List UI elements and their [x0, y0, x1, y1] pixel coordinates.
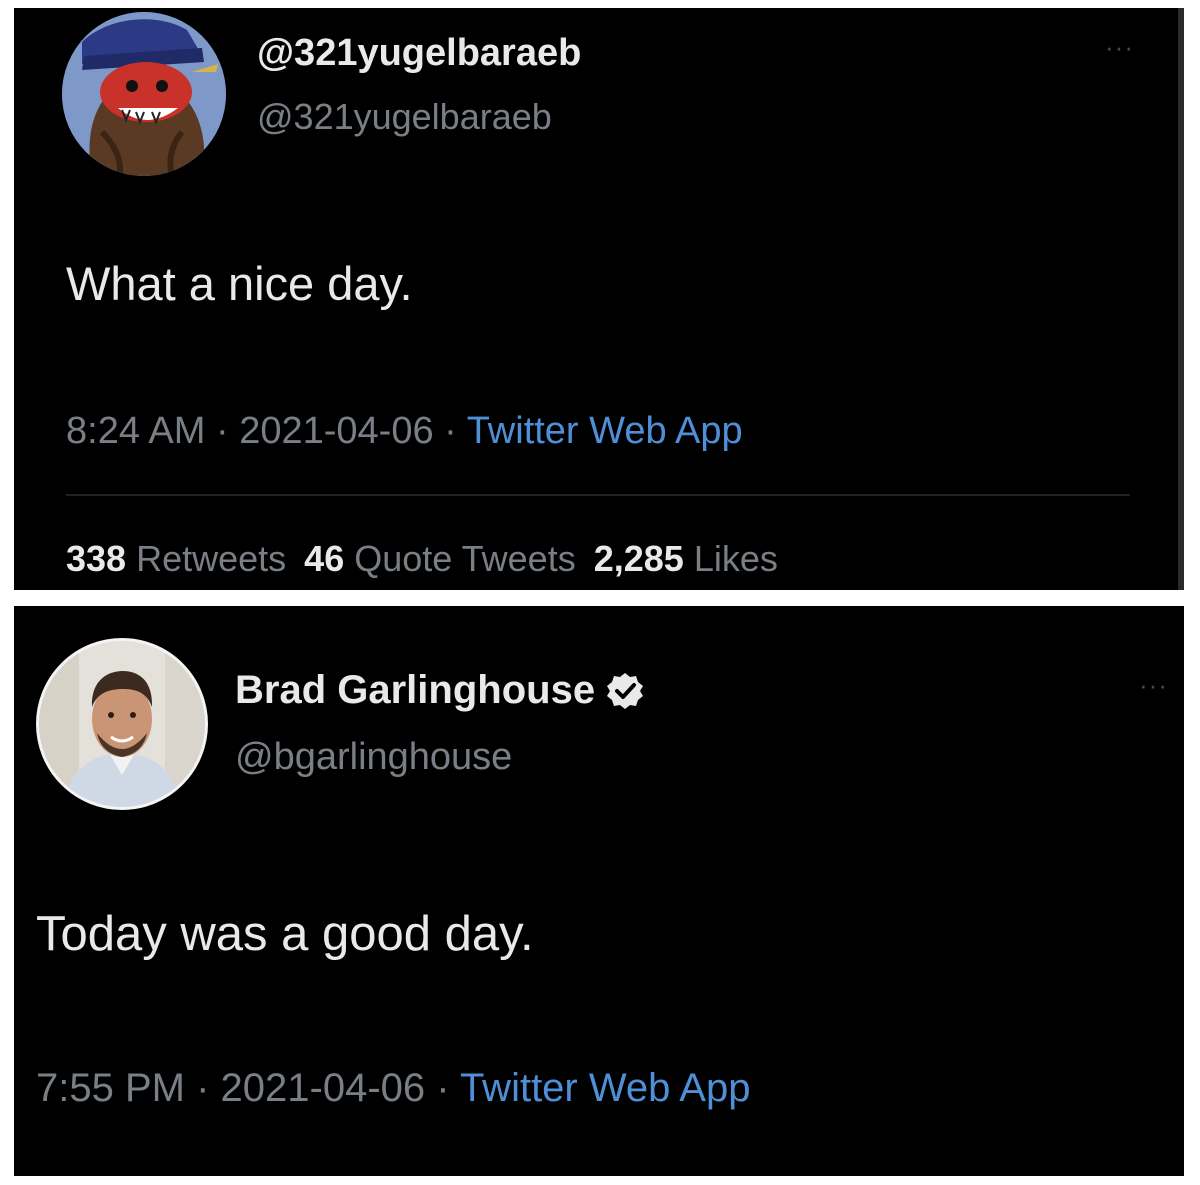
more-options-icon[interactable]: ··· [1139, 672, 1168, 698]
meta-separator: · [425, 1066, 460, 1110]
quote-tweets-count: 46 [304, 538, 345, 579]
tweet-source-link[interactable]: Twitter Web App [460, 1066, 751, 1110]
quote-tweets-stat[interactable]: 46 Quote Tweets [304, 538, 576, 579]
tweet-text: Today was a good day. [36, 907, 534, 961]
retweets-stat[interactable]: 338 Retweets [66, 538, 286, 579]
tweet-date[interactable]: 2021-04-06 [239, 410, 433, 452]
tweet-text: What a nice day. [66, 257, 413, 310]
tweet-timestamp: 8:24 AM · 2021-04-06 · Twitter Web App [66, 410, 743, 453]
avatar[interactable] [62, 12, 226, 176]
meta-separator: · [205, 410, 240, 452]
divider [66, 494, 1130, 496]
tweet-time[interactable]: 8:24 AM [66, 410, 205, 452]
avatar-photo-icon [39, 641, 205, 807]
meta-separator: · [433, 410, 467, 452]
engagement-stats: 338 Retweets 46 Quote Tweets 2,285 Likes [66, 538, 778, 580]
display-name[interactable]: @321yugelbaraeb [257, 32, 581, 75]
tweet-card-2: Brad Garlinghouse @bgarlinghouse ··· Tod… [14, 606, 1184, 1176]
likes-stat[interactable]: 2,285 Likes [594, 538, 778, 579]
meta-separator: · [184, 1066, 221, 1110]
tweet-date[interactable]: 2021-04-06 [221, 1066, 426, 1110]
tweet-card-1: @321yugelbaraeb @321yugelbaraeb ··· What… [14, 8, 1184, 590]
verified-badge-icon [607, 672, 644, 709]
retweets-count: 338 [66, 538, 127, 579]
more-options-icon[interactable]: ··· [1105, 34, 1134, 60]
likes-count: 2,285 [593, 538, 684, 579]
display-name[interactable]: Brad Garlinghouse [235, 668, 645, 713]
retweets-label: Retweets [136, 538, 287, 579]
avatar[interactable] [36, 638, 208, 810]
tweet-timestamp: 7:55 PM · 2021-04-06 · Twitter Web App [36, 1066, 750, 1111]
display-name-text: Brad Garlinghouse [235, 668, 596, 712]
tweet-time[interactable]: 7:55 PM [36, 1066, 185, 1110]
avatar-cartoon-icon [62, 12, 226, 176]
user-handle[interactable]: @bgarlinghouse [235, 736, 512, 779]
tweet-source-link[interactable]: Twitter Web App [467, 410, 743, 452]
user-handle[interactable]: @321yugelbaraeb [257, 96, 552, 138]
likes-label: Likes [693, 538, 778, 579]
quote-tweets-label: Quote Tweets [354, 538, 576, 579]
